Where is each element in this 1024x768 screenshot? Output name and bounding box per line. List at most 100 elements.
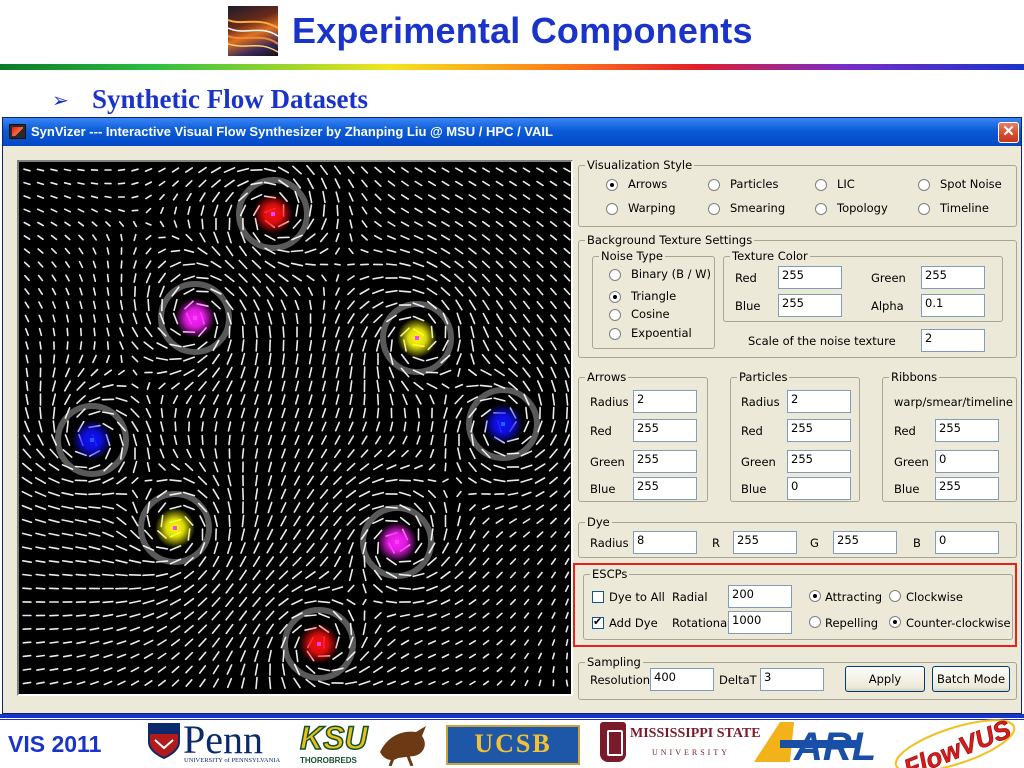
vis-style-radio-topology[interactable]	[815, 203, 827, 215]
apply-button[interactable]: Apply	[845, 666, 925, 692]
texture-red-label: Red	[735, 271, 757, 285]
ksu-logo-subtext: THOROBREDS	[300, 756, 357, 765]
flow-canvas[interactable]	[17, 160, 573, 696]
critical-point-marker	[90, 438, 94, 442]
noise-type-radio[interactable]	[609, 328, 621, 340]
conference-label: VIS 2011	[8, 731, 102, 757]
vis-style-radio-timeline[interactable]	[918, 203, 930, 215]
window-titlebar[interactable]: SynVizer --- Interactive Visual Flow Syn…	[3, 118, 1021, 146]
arrows-red-label: Red	[590, 424, 612, 438]
arrows-radius-label: Radius	[590, 395, 629, 409]
vis-style-label: Warping	[628, 201, 676, 215]
dye-b-input[interactable]: 0	[935, 531, 999, 554]
particles-green-label: Green	[741, 455, 776, 469]
vis-style-label: LIC	[837, 177, 855, 191]
vis-style-label: Smearing	[730, 201, 786, 215]
arrows-red-input[interactable]: 255	[633, 419, 697, 442]
vis-style-radio-arrows[interactable]	[606, 179, 618, 191]
critical-point-marker	[415, 336, 419, 340]
ribbons-blue-input[interactable]: 255	[935, 477, 999, 500]
radial-label: Radial	[672, 590, 708, 604]
dye-b-label: B	[913, 536, 921, 550]
counter-clockwise-radio[interactable]	[889, 616, 901, 628]
noise-type-label: Cosine	[631, 307, 670, 321]
ribbons-blue-label: Blue	[894, 482, 920, 496]
batch-mode-button[interactable]: Batch Mode	[932, 666, 1010, 692]
vis-style-label: Arrows	[628, 177, 668, 191]
critical-point-marker	[193, 316, 197, 320]
attracting-radio[interactable]	[809, 590, 821, 602]
penn-shield-logo	[148, 723, 180, 760]
noise-type-radio[interactable]	[609, 309, 621, 321]
texture-green-input[interactable]: 255	[921, 266, 985, 289]
dye-radius-label: Radius	[590, 536, 629, 550]
texture-green-label: Green	[871, 271, 906, 285]
msu-emblem-logo	[600, 722, 626, 762]
dye-to-all-label: Dye to All	[609, 590, 665, 604]
vis-style-radio-warping[interactable]	[606, 203, 618, 215]
vis-style-radio-particles[interactable]	[708, 179, 720, 191]
dye-radius-input[interactable]: 8	[633, 531, 697, 554]
group-title: Texture Color	[730, 249, 810, 263]
vis-style-radio-smearing[interactable]	[708, 203, 720, 215]
critical-point-marker	[501, 422, 505, 426]
group-title: Particles	[737, 370, 790, 384]
clockwise-radio[interactable]	[889, 590, 901, 602]
noise-type-radio[interactable]	[609, 269, 621, 281]
repelling-radio[interactable]	[809, 616, 821, 628]
bullet-heading: Synthetic Flow Datasets	[92, 84, 368, 114]
dye-g-input[interactable]: 255	[833, 531, 897, 554]
arrows-green-input[interactable]: 255	[633, 450, 697, 473]
texture-alpha-label: Alpha	[871, 299, 904, 313]
group-title: Background Texture Settings	[585, 233, 755, 247]
dye-to-all-checkbox[interactable]	[592, 591, 604, 603]
vis-style-radio-spot-noise[interactable]	[918, 179, 930, 191]
group-title: Ribbons	[889, 370, 940, 384]
ribbons-red-label: Red	[894, 424, 916, 438]
add-dye-label: Add Dye	[609, 616, 658, 630]
vis-style-radio-lic[interactable]	[815, 179, 827, 191]
critical-point-marker	[271, 212, 275, 216]
rotational-input[interactable]: 1000	[728, 611, 792, 634]
ribbons-red-input[interactable]: 255	[935, 419, 999, 442]
arrows-green-label: Green	[590, 455, 625, 469]
critical-point-marker	[317, 642, 321, 646]
ribbons-green-input[interactable]: 0	[935, 450, 999, 473]
arrows-blue-input[interactable]: 255	[633, 477, 697, 500]
particles-blue-input[interactable]: 0	[787, 477, 851, 500]
ksu-logo-text: KSU	[299, 719, 368, 757]
particles-green-input[interactable]: 255	[787, 450, 851, 473]
noise-type-radio[interactable]	[609, 291, 621, 303]
deltat-label: DeltaT	[719, 673, 757, 687]
dye-r-input[interactable]: 255	[733, 531, 797, 554]
resolution-input[interactable]: 400	[650, 668, 714, 691]
texture-blue-label: Blue	[735, 299, 761, 313]
bullet-arrow-icon: ➢	[52, 90, 69, 112]
radial-input[interactable]: 200	[728, 585, 792, 608]
noise-scale-input[interactable]: 2	[921, 329, 985, 352]
critical-point-marker	[173, 526, 177, 530]
clockwise-label: Clockwise	[906, 590, 963, 604]
visualization-style-group: Visualization Style	[578, 158, 1017, 227]
close-button[interactable]: ✕	[998, 122, 1019, 143]
dye-g-label: G	[810, 536, 819, 550]
slide-title: Experimental Components	[292, 10, 753, 51]
noise-scale-label: Scale of the noise texture	[748, 334, 896, 348]
particles-radius-label: Radius	[741, 395, 780, 409]
dye-r-label: R	[712, 536, 720, 550]
vis-style-label: Topology	[837, 201, 888, 215]
app-icon[interactable]	[9, 124, 26, 139]
rotational-label: Rotational	[672, 616, 731, 630]
particles-red-input[interactable]: 255	[787, 419, 851, 442]
particles-radius-input[interactable]: 2	[787, 390, 851, 413]
arrows-radius-input[interactable]: 2	[633, 390, 697, 413]
add-dye-checkbox[interactable]	[592, 615, 604, 629]
group-title: Noise Type	[599, 249, 665, 263]
texture-red-input[interactable]: 255	[778, 266, 842, 289]
texture-alpha-input[interactable]: 0.1	[921, 294, 985, 317]
deltat-input[interactable]: 3	[760, 668, 824, 691]
msu-logo-university: UNIVERSITY	[652, 748, 730, 757]
penn-logo-subtext: UNIVERSITY of PENNSYLVANIA	[184, 757, 281, 764]
texture-blue-input[interactable]: 255	[778, 294, 842, 317]
rainbow-divider	[0, 64, 1024, 70]
